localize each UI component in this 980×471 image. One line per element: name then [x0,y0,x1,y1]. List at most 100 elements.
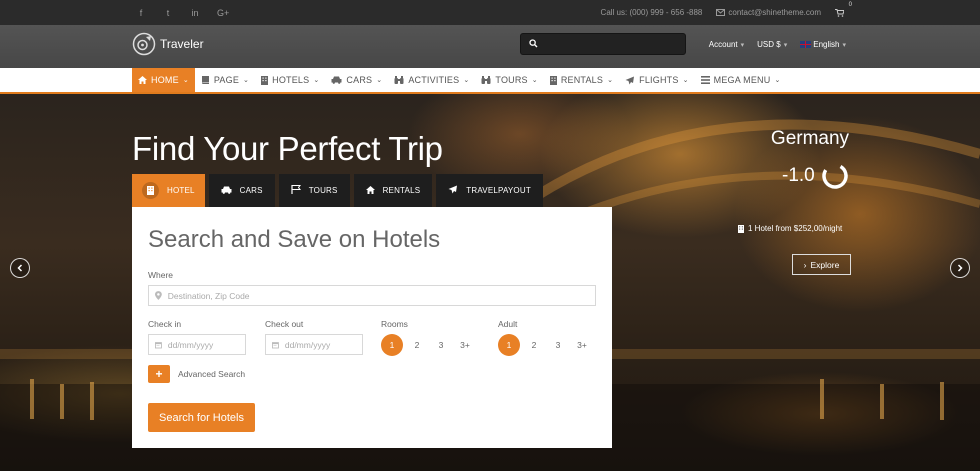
tab-tours[interactable]: TOURS [278,174,350,207]
car-icon [221,186,232,196]
chevron-left-icon [17,264,23,272]
building-icon [261,75,269,85]
chevron-down-icon: ▾ [842,41,846,49]
chevron-down-icon: ⌄ [313,77,320,84]
flag-icon [291,185,301,196]
adult-label: Adult [498,319,518,329]
nav-item-mega-menu[interactable]: MEGA MENU ⌄ [695,68,787,92]
chevron-down-icon: ▾ [783,41,788,49]
hero-title: Find Your Perfect Trip [132,130,443,167]
chevron-down-icon: ⌄ [182,77,189,84]
nav-item-cars[interactable]: CARS ⌄ [325,68,388,92]
chevron-down-icon: ▾ [740,41,745,49]
chevron-down-icon: ⌄ [682,77,689,84]
building-icon [142,182,159,199]
top-bar: f t in G+ Call us: (000) 999 - 656 -888 … [0,0,980,25]
calendar-icon [272,341,279,348]
calendar-icon [155,341,162,348]
form-title: Search and Save on Hotels [148,226,441,253]
rating-value: -1.0 [782,165,815,186]
adult-option[interactable]: 3+ [570,334,594,356]
binoculars-icon [394,76,404,84]
adult-option[interactable]: 1 [498,334,520,356]
checkin-field[interactable] [148,334,246,355]
nav-item-home[interactable]: HOME ⌄ [132,68,195,92]
google-plus-icon[interactable]: G+ [217,8,229,18]
slider-next-button[interactable] [950,258,970,278]
building-icon [549,75,557,85]
plane-icon [448,185,458,196]
cart-button[interactable]: 0 [835,2,852,17]
nav-item-tours[interactable]: TOURS ⌄ [475,68,543,92]
advanced-search-toggle[interactable]: + Advanced Search [148,365,245,383]
search-icon [529,39,538,48]
map-marker-icon [155,291,162,300]
hero-section: Find Your Perfect Trip HOTEL CARS TOURS … [0,94,980,471]
language-dropdown[interactable]: English ▾ [800,40,846,49]
account-dropdown[interactable]: Account ▾ [709,40,744,49]
chevron-down-icon: ⌄ [607,77,614,84]
adult-selector: 1 2 3 3+ [498,334,594,356]
linkedin-icon[interactable]: in [190,8,200,18]
advanced-search-label: Advanced Search [178,369,246,379]
facebook-icon[interactable]: f [136,8,146,18]
where-input[interactable] [167,290,595,301]
checkin-input[interactable] [167,339,245,350]
logo[interactable]: Traveler [132,32,204,56]
search-input[interactable] [543,36,681,52]
header-search[interactable] [520,33,686,55]
nav-item-activities[interactable]: ACTIVITIES ⌄ [388,68,475,92]
rooms-label: Rooms [381,319,408,329]
nav-item-rentals[interactable]: RENTALS ⌄ [544,68,619,92]
nav-item-hotels[interactable]: HOTELS ⌄ [255,68,325,92]
main-nav: HOME ⌄ PAGE ⌄ HOTELS ⌄ CARS ⌄ ACTIVITIES ⌄ TO… [0,68,980,94]
hotel-search-form: Search and Save on Hotels Where Check in… [132,207,612,448]
currency-dropdown[interactable]: USD $ ▾ [757,40,787,49]
rooms-option[interactable]: 1 [381,334,403,356]
checkout-input[interactable] [284,339,362,350]
plane-icon [625,76,635,85]
cart-icon [835,8,844,17]
email-link[interactable]: contact@shinetheme.com [716,8,821,17]
home-icon [365,185,375,196]
site-header: Traveler Account ▾ USD $ ▾ English ▾ [0,25,980,68]
tab-travelpayout[interactable]: TRAVELPAYOUT [436,174,543,207]
car-icon [331,76,342,84]
rooms-option[interactable]: 3+ [453,334,477,356]
adult-option[interactable]: 2 [522,334,546,356]
tab-hotel[interactable]: HOTEL [132,174,205,207]
nav-item-flights[interactable]: FLIGHTS ⌄ [619,68,694,92]
explore-button[interactable]: › Explore [792,254,851,275]
checkout-field[interactable] [265,334,363,355]
envelope-icon [716,9,726,17]
logo-icon [132,32,156,56]
tab-rentals[interactable]: RENTALS [353,174,433,207]
chevron-right-icon: › [803,259,807,270]
chevron-down-icon: ⌄ [531,77,538,84]
binoculars-icon [481,76,491,84]
slider-prev-button[interactable] [10,258,30,278]
logo-text: Traveler [160,37,204,51]
email-text: contact@shinetheme.com [728,8,821,17]
tab-cars[interactable]: CARS [208,174,275,207]
rating-ring-icon [822,163,848,189]
chevron-right-icon [957,264,963,272]
search-tabs: HOTEL CARS TOURS RENTALS TRAVELPAYOUT [132,174,543,207]
rooms-selector: 1 2 3 3+ [381,334,477,356]
hotel-count-text: 1 Hotel from $252,00/night [738,224,842,233]
where-field[interactable] [148,285,596,306]
chevron-down-icon: ⌄ [774,77,781,84]
book-icon [201,76,210,84]
nav-item-page[interactable]: PAGE ⌄ [195,68,255,92]
rooms-option[interactable]: 2 [405,334,429,356]
adult-option[interactable]: 3 [546,334,570,356]
location-rating: -1.0 [782,162,849,190]
chevron-down-icon: ⌄ [463,77,470,84]
twitter-icon[interactable]: t [163,8,173,18]
cart-count-badge: 0 [848,1,852,8]
checkin-label: Check in [148,319,182,329]
chevron-down-icon: ⌄ [243,77,250,84]
rooms-option[interactable]: 3 [429,334,453,356]
search-hotels-button[interactable]: Search for Hotels [148,403,255,432]
list-icon [700,76,710,84]
